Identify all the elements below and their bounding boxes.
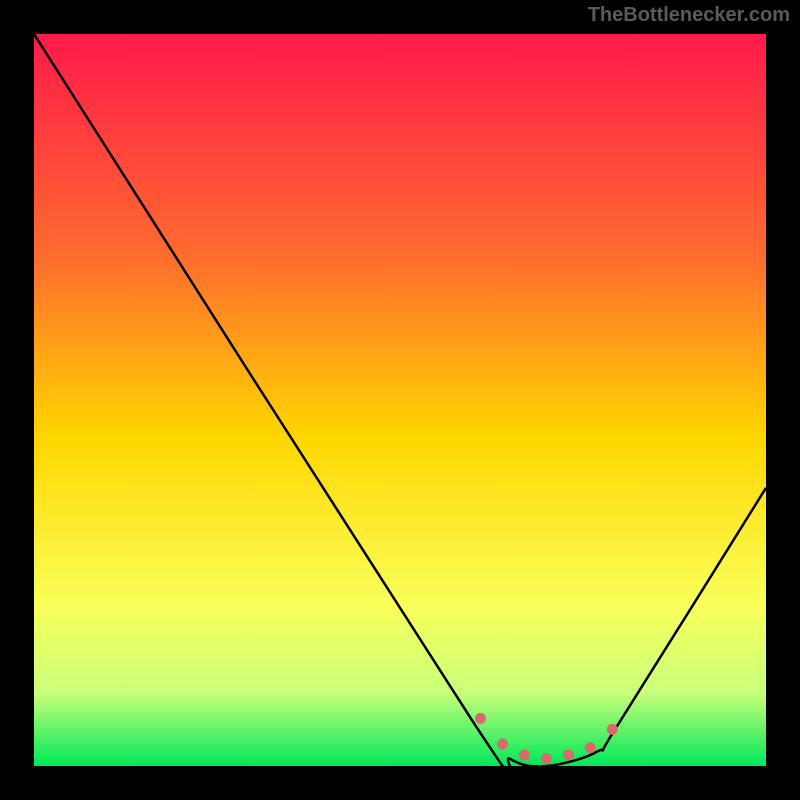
curve-marker bbox=[541, 753, 552, 764]
curve-marker bbox=[475, 713, 486, 724]
curve-marker bbox=[607, 724, 618, 735]
curve-marker bbox=[519, 750, 530, 761]
chart-plot-area bbox=[34, 34, 766, 766]
curve-marker bbox=[585, 742, 596, 753]
curve-marker bbox=[497, 739, 508, 750]
chart-background bbox=[34, 34, 766, 766]
watermark-label: TheBottlenecker.com bbox=[588, 4, 790, 27]
chart-svg bbox=[34, 34, 766, 766]
curve-marker bbox=[563, 750, 574, 761]
